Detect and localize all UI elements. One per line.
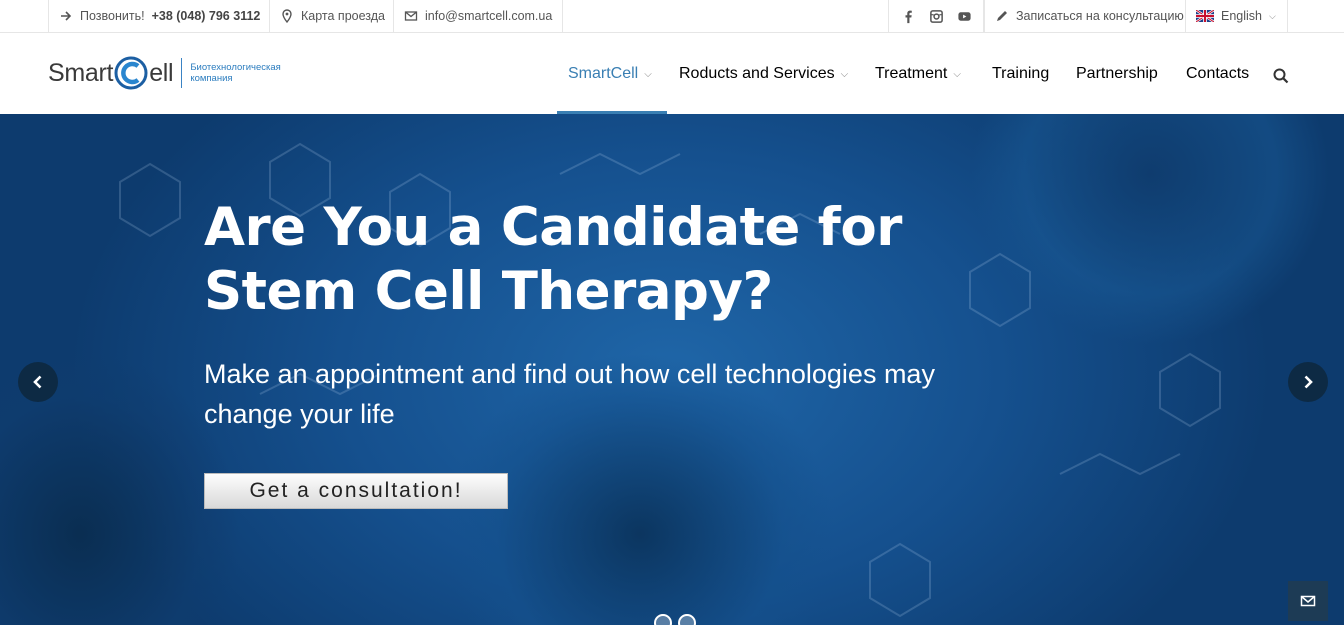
map-label: Карта проезда: [301, 9, 385, 23]
nav-label: Partnership: [1076, 64, 1158, 82]
get-consultation-button[interactable]: Get a consultation!: [204, 473, 508, 509]
nav-training[interactable]: Training: [992, 33, 1049, 114]
slider-dot[interactable]: [678, 614, 696, 625]
language-label: English: [1221, 9, 1262, 23]
map-link[interactable]: Карта проезда: [269, 0, 395, 32]
chevron-down-icon: ⌵: [1269, 10, 1276, 21]
hero-subtitle-line1: Make an appointment and find out how cel…: [204, 359, 935, 389]
hero-headline: Are You a Candidate for Stem Cell Therap…: [204, 196, 902, 324]
email-link[interactable]: info@smartcell.com.ua: [393, 0, 564, 32]
email-address: info@smartcell.com.ua: [425, 9, 553, 23]
logo-text-right: ell: [149, 58, 174, 87]
nav-label: Training: [992, 64, 1050, 82]
consultation-link[interactable]: Записаться на консультацию: [984, 0, 1194, 32]
nav-products-services[interactable]: Roducts and Services ⌵: [679, 33, 848, 114]
slider-prev-button[interactable]: [18, 362, 58, 402]
pencil-icon: [995, 9, 1009, 23]
contact-mail-button[interactable]: [1288, 581, 1328, 621]
hero-subtitle: Make an appointment and find out how cel…: [204, 354, 1004, 434]
chevron-down-icon: ⌵: [953, 69, 961, 80]
envelope-icon: [1300, 595, 1316, 607]
nav-contacts[interactable]: Contacts: [1186, 33, 1249, 114]
facebook-icon[interactable]: [900, 8, 916, 24]
envelope-icon: [404, 9, 418, 23]
nav-label: Roducts and Services: [679, 64, 835, 82]
nav-label: SmartCell: [568, 64, 639, 82]
logo-text-left: Smart: [48, 58, 114, 87]
nav-label: Contacts: [1186, 64, 1250, 82]
top-bar: Позвонить! +38 (048) 796 3112 Карта прое…: [0, 0, 1344, 33]
logo-tagline: Биотехнологическая компания: [190, 62, 281, 84]
logo-wordmark: Smart ell: [48, 56, 174, 90]
arrow-right-icon: [59, 9, 73, 23]
hero-headline-line2: Stem Cell Therapy?: [204, 261, 773, 322]
nav-smartcell[interactable]: SmartCell ⌵: [568, 33, 652, 114]
nav-partnership[interactable]: Partnership: [1076, 33, 1158, 114]
language-selector[interactable]: English ⌵: [1185, 0, 1288, 32]
instagram-icon[interactable]: [928, 8, 944, 24]
nav-treatment[interactable]: Treatment ⌵: [875, 33, 961, 114]
slider-pagination: [654, 614, 696, 625]
hero-headline-line1: Are You a Candidate for: [204, 197, 902, 258]
hero-slider: Are You a Candidate for Stem Cell Therap…: [0, 114, 1344, 625]
consultation-label: Записаться на консультацию: [1016, 9, 1184, 23]
uk-flag-icon: [1196, 9, 1214, 23]
slider-next-button[interactable]: [1288, 362, 1328, 402]
youtube-icon[interactable]: [956, 8, 972, 24]
call-label: Позвонить!: [80, 9, 145, 23]
logo-tagline-line2: компания: [190, 73, 233, 84]
slider-dot[interactable]: [654, 614, 672, 625]
chevron-down-icon: ⌵: [840, 69, 849, 80]
chevron-down-icon: ⌵: [644, 69, 652, 80]
site-header: Smart ell Биотехнологическая компания Sm…: [0, 33, 1344, 114]
logo-c-icon: [114, 56, 148, 90]
hero-subtitle-line2: change your life: [204, 399, 395, 429]
chevron-right-icon: [1304, 375, 1313, 389]
chevron-left-icon: [33, 375, 42, 389]
nav-label: Treatment: [875, 64, 948, 82]
search-icon[interactable]: [1272, 67, 1290, 85]
logo-tagline-line1: Биотехнологическая: [190, 62, 281, 73]
logo-divider: [181, 58, 183, 88]
phone-number: +38 (048) 796 3112: [151, 9, 261, 23]
smartcell-logo[interactable]: Smart ell Биотехнологическая компания: [48, 53, 281, 93]
social-links: [888, 0, 984, 32]
map-pin-icon: [280, 9, 294, 23]
call-link[interactable]: Позвонить! +38 (048) 796 3112: [48, 0, 270, 32]
